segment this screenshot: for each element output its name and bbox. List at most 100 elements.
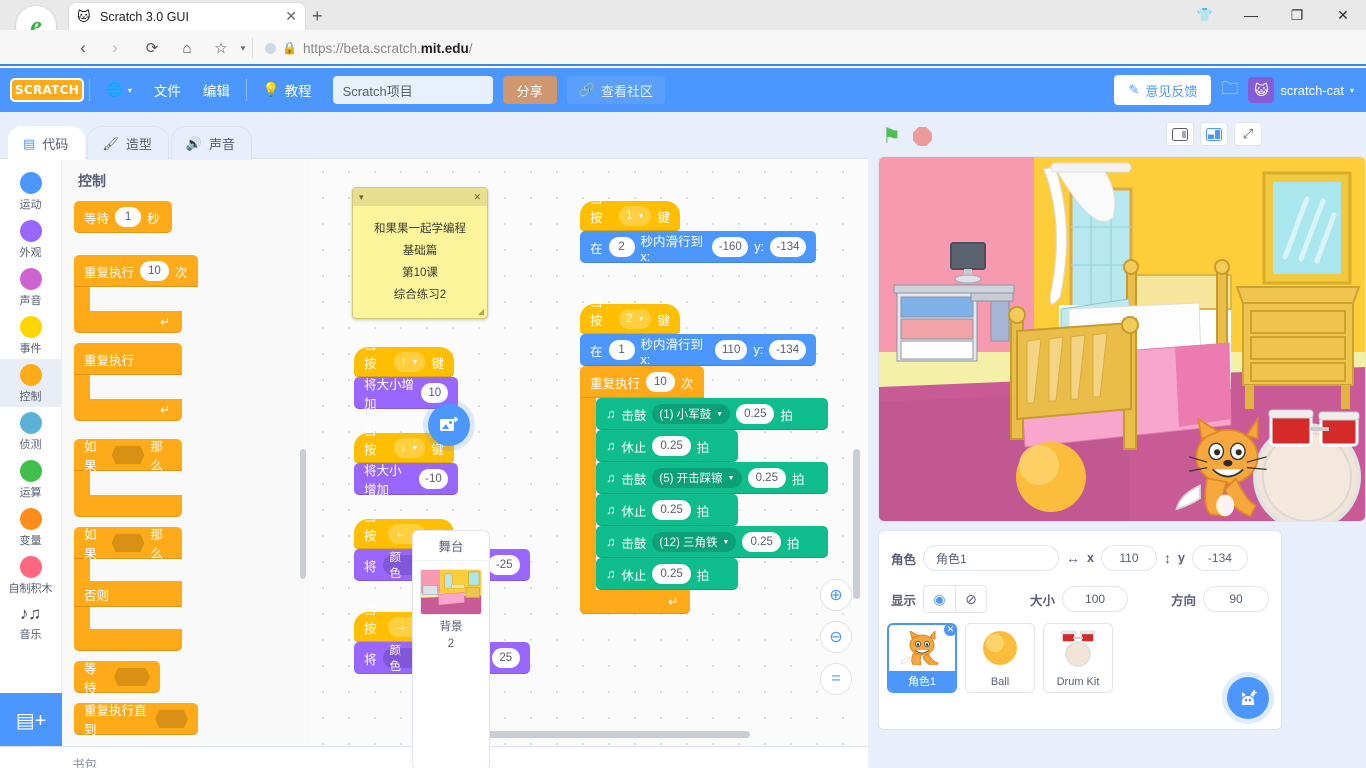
sprite-name-input[interactable]: 角色1 <box>923 545 1060 571</box>
rest-block[interactable]: ♫ 休止 0.25 拍 <box>596 494 738 526</box>
close-button[interactable]: ✕ <box>1320 0 1366 30</box>
page-info-icon[interactable] <box>265 42 276 54</box>
sprite-card-ball[interactable]: Ball <box>965 623 1035 693</box>
palette-block-if[interactable]: 如果 那么 <box>74 439 310 517</box>
sprite-card-cat[interactable]: ✕ 角色1 <box>887 623 957 693</box>
key-dropdown[interactable]: ↓ ▼ <box>393 438 426 458</box>
rest-block[interactable]: ♫ 休止 0.25 拍 <box>596 430 738 462</box>
block-input[interactable]: -160 <box>712 237 749 257</box>
account-menu[interactable]: 😺 scratch-cat ▾ <box>1248 77 1354 103</box>
workspace-comment[interactable]: ▾ ✕ 和果果一起学编程 基础篇 第10课 综合练习2 ◢ <box>352 187 488 319</box>
category-sensing[interactable]: 侦测 <box>0 407 62 455</box>
block-input[interactable]: 1 <box>608 340 635 360</box>
tutorials-button[interactable]: 💡 教程 <box>252 75 323 105</box>
zoom-in-button[interactable]: ⊕ <box>820 579 852 611</box>
drum-dropdown[interactable]: (5) 开击踩镲 ▼ <box>652 468 742 488</box>
add-backdrop-button[interactable] <box>428 404 470 446</box>
zoom-out-button[interactable]: ⊖ <box>820 621 852 653</box>
code-workspace[interactable]: ▾ ✕ 和果果一起学编程 基础篇 第10课 综合练习2 ◢ 当按下 <box>310 159 868 747</box>
see-community-button[interactable]: 🔗 查看社区 <box>566 76 665 104</box>
block-input[interactable]: 0.25 <box>652 564 691 584</box>
new-tab-button[interactable]: + <box>312 6 323 27</box>
block-input[interactable]: 0.25 <box>747 468 786 488</box>
x-input[interactable]: 110 <box>1100 545 1157 571</box>
stage-canvas[interactable] <box>878 156 1366 522</box>
tab-close-icon[interactable]: ✕ <box>285 8 297 25</box>
boolean-slot[interactable] <box>111 534 145 552</box>
block-input[interactable]: 0.25 <box>736 404 775 424</box>
block-input[interactable]: 2 <box>608 237 635 257</box>
back-icon[interactable]: ‹ <box>70 36 96 60</box>
block-input[interactable]: 10 <box>140 261 169 281</box>
key-dropdown[interactable]: ↑ ▼ <box>393 352 426 372</box>
share-button[interactable]: 分享 <box>502 76 557 104</box>
zoom-reset-button[interactable]: = <box>820 663 852 695</box>
tab-code[interactable]: ▤ 代码 <box>8 126 86 160</box>
palette-block-if-else[interactable]: 如果 那么 否则 <box>74 527 310 651</box>
repeat-block[interactable]: 重复执行 10 次 ♫ 击鼓 (1) 小军鼓 ▼ 0.25 拍 ♫ 休止 0.2… <box>580 366 828 614</box>
category-variables[interactable]: 变量 <box>0 503 62 551</box>
workspace-vscrollbar[interactable] <box>853 449 860 599</box>
hat-block[interactable]: 当按下 1▼ 键 <box>580 192 680 244</box>
block-input[interactable]: 0.25 <box>652 436 691 456</box>
palette-block-forever[interactable]: 重复执行 ↵ <box>74 343 310 421</box>
block-input[interactable]: 10 <box>421 383 448 403</box>
block-input[interactable]: 0.25 <box>652 500 691 520</box>
block-palette[interactable]: 控制 等待 1 秒 重复执行 10 次 ↵ 重复执行 ↵ 如果 那么 如果 那么… <box>62 159 310 747</box>
category-events[interactable]: 事件 <box>0 311 62 359</box>
category-control[interactable]: 控制 <box>0 359 62 407</box>
restore-button[interactable]: ❐ <box>1274 0 1320 30</box>
stop-icon[interactable] <box>912 127 932 146</box>
file-menu[interactable]: 文件 <box>143 75 192 105</box>
add-extension-button[interactable]: ▤+ <box>0 693 62 747</box>
size-input[interactable]: 100 <box>1062 586 1129 612</box>
palette-block-wait[interactable]: 等待 1 秒 <box>74 201 172 233</box>
block-input[interactable]: -134 <box>769 340 806 360</box>
drum-dropdown[interactable]: (12) 三角铁 ▼ <box>652 532 737 552</box>
block-input[interactable]: 1 <box>115 207 142 227</box>
show-button[interactable]: ◉ <box>924 586 956 612</box>
change-size-block[interactable]: 将大小增加 -10 <box>354 463 458 497</box>
comment-collapse-icon[interactable]: ▾ <box>359 192 364 203</box>
script-key-up[interactable]: 当按下 ↑▼ 键 将大小增加 10 <box>354 338 458 411</box>
delete-sprite-icon[interactable]: ✕ <box>942 625 955 638</box>
key-dropdown[interactable]: 1 ▼ <box>619 206 652 226</box>
hat-block[interactable]: 当按下 2▼ 键 <box>580 295 680 347</box>
boolean-slot[interactable] <box>111 446 145 464</box>
category-my-blocks[interactable]: 自制积木 <box>0 551 62 599</box>
category-sound[interactable]: 声音 <box>0 263 62 311</box>
skin-icon[interactable]: 👕 <box>1182 0 1228 30</box>
comment-resize-handle[interactable]: ◢ <box>478 307 484 316</box>
block-input[interactable]: 110 <box>714 340 748 360</box>
script-key-1[interactable]: 当按下 1▼ 键 在 2 秒内滑行到 x: -160 y: -134 <box>580 192 816 264</box>
comment-close-icon[interactable]: ✕ <box>473 192 481 203</box>
backdrop-thumbnail[interactable] <box>420 569 482 615</box>
category-music[interactable]: ♪♫ 音乐 <box>0 599 62 645</box>
direction-input[interactable]: 90 <box>1203 586 1270 612</box>
small-stage-button[interactable] <box>1166 122 1194 146</box>
boolean-slot[interactable] <box>113 668 150 686</box>
forward-icon[interactable]: › <box>102 36 128 60</box>
y-input[interactable]: -134 <box>1191 545 1248 571</box>
key-dropdown[interactable]: 2 ▼ <box>619 309 652 329</box>
palette-block-repeat-until[interactable]: 重复执行直到 <box>74 703 198 737</box>
folder-icon[interactable]: 🗀 <box>1221 76 1238 105</box>
hat-block[interactable]: 当按下 ↑▼ 键 <box>354 338 454 390</box>
drum-dropdown[interactable]: (1) 小军鼓 ▼ <box>652 404 731 424</box>
home-icon[interactable]: ⌂ <box>174 36 200 60</box>
sprite-card-drumkit[interactable]: Drum Kit <box>1043 623 1113 693</box>
glide-block[interactable]: 在 2 秒内滑行到 x: -160 y: -134 <box>580 231 816 264</box>
play-drum-block[interactable]: ♫ 击鼓 (1) 小军鼓 ▼ 0.25 拍 <box>596 398 828 430</box>
palette-scrollbar[interactable] <box>300 449 306 579</box>
block-input[interactable]: -10 <box>418 469 448 489</box>
reload-icon[interactable]: ⟳ <box>139 36 165 60</box>
block-input[interactable]: -134 <box>770 237 806 257</box>
script-key-2[interactable]: 当按下 2▼ 键 在 1 秒内滑行到 x: 110 y: -134 <box>580 295 828 614</box>
category-motion[interactable]: 运动 <box>0 167 62 215</box>
tab-costumes[interactable]: 🖌 造型 <box>87 126 169 160</box>
block-input[interactable]: -25 <box>488 555 520 575</box>
block-input[interactable]: 0.25 <box>742 532 781 552</box>
edit-menu[interactable]: 编辑 <box>192 75 241 105</box>
rest-block[interactable]: ♫ 休止 0.25 拍 <box>596 558 738 590</box>
palette-block-wait-until[interactable]: 等待 <box>74 661 160 695</box>
